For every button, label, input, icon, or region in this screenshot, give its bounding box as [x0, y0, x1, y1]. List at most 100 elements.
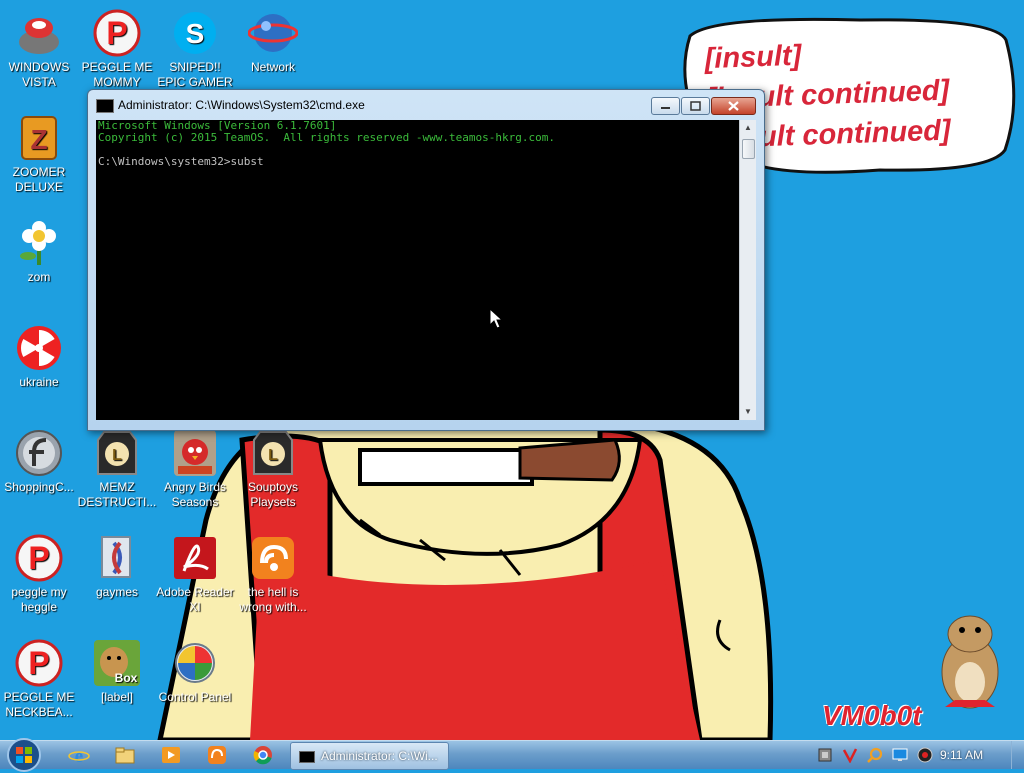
- desktop-icon-peggle-my-heggle[interactable]: P peggle my heggle: [0, 533, 79, 615]
- scroll-down-arrow-icon[interactable]: ▼: [740, 404, 756, 420]
- cartoon-mouth: [358, 448, 534, 486]
- network-icon: [248, 14, 298, 52]
- icon-label: Angry Birds Seasons: [163, 480, 227, 509]
- desktop-icon-ukraine[interactable]: ukraine: [0, 323, 79, 390]
- tray-monitor-button[interactable]: [890, 745, 910, 765]
- console-output[interactable]: Microsoft Windows [Version 6.1.7601] Cop…: [96, 120, 739, 420]
- console-line: Copyright (c) 2015 TeamOS. All rights re…: [98, 131, 555, 144]
- desktop-icon-control-panel[interactable]: Control Panel: [155, 638, 235, 705]
- show-desktop-button[interactable]: [1011, 741, 1024, 769]
- tray-app-button[interactable]: [815, 745, 835, 765]
- tray-speaker-button[interactable]: [915, 745, 935, 765]
- icon-label: WINDOWS VISTA: [8, 60, 70, 89]
- explorer-icon: [115, 747, 135, 764]
- close-button[interactable]: [711, 97, 756, 115]
- window-title: Administrator: C:\Windows\System32\cmd.e…: [118, 98, 365, 112]
- icon-label: [label]: [100, 690, 134, 704]
- adobe-reader-icon: [174, 537, 216, 579]
- icon-label: Adobe Reader XI: [156, 585, 234, 614]
- tray-app-icon: [818, 748, 832, 762]
- icon-label: gaymes: [95, 585, 139, 599]
- icon-label: MEMZ DESTRUCTI...: [77, 480, 157, 509]
- svg-text:Box: Box: [115, 671, 138, 685]
- taskbar-media-player-button[interactable]: [150, 742, 192, 768]
- bowling-icon: [19, 18, 59, 54]
- taskbar: e Administrator: C:\Wi... 9:11 AM: [0, 738, 1024, 772]
- tray-search-icon: [867, 747, 883, 763]
- taskbar-chrome-button[interactable]: [242, 742, 284, 768]
- desktop-icon-network[interactable]: Network: [233, 8, 313, 75]
- cmd-icon: [96, 99, 114, 113]
- svg-text:Z: Z: [30, 124, 47, 155]
- svg-text:P: P: [28, 540, 49, 576]
- media-player-icon: [162, 747, 180, 763]
- icon-label: peggle my heggle: [11, 585, 67, 614]
- close-icon: [728, 101, 739, 111]
- launcher-icon: L: [97, 431, 137, 475]
- maximize-button[interactable]: [681, 97, 710, 115]
- tray-speaker-icon: [917, 747, 933, 763]
- uc-browser-icon: [252, 537, 294, 579]
- window-titlebar[interactable]: Administrator: C:\Windows\System32\cmd.e…: [88, 90, 764, 120]
- desktop-icon-hamster-box[interactable]: Box [label]: [77, 638, 157, 705]
- icon-label: ShoppingC...: [4, 480, 74, 494]
- hamster-box-icon: Box: [94, 640, 140, 686]
- taskbar-explorer-button[interactable]: [104, 742, 146, 768]
- maximize-icon: [690, 101, 701, 111]
- desktop-icon-windows-vista[interactable]: WINDOWS VISTA: [0, 8, 79, 90]
- games-folder-icon: [101, 536, 131, 578]
- taskbar-clock[interactable]: 9:11 AM: [940, 748, 983, 762]
- mouse-cursor-icon: [489, 308, 503, 329]
- desktop-icon-uc-browser[interactable]: the hell is wrong with...: [233, 533, 313, 615]
- uc-browser-icon: [208, 746, 226, 764]
- icon-label: ukraine: [19, 375, 59, 389]
- task-label: Administrator: C:\Wi...: [321, 749, 438, 763]
- desktop-icon-zom[interactable]: zom: [0, 218, 79, 285]
- radiation-icon: [17, 326, 61, 370]
- tray-search-button[interactable]: [865, 745, 885, 765]
- desktop-icon-zoomer-deluxe[interactable]: Z ZOOMER DELUXE: [0, 113, 79, 195]
- taskbar-uc-browser-button[interactable]: [196, 742, 238, 768]
- scroll-up-arrow-icon[interactable]: ▲: [740, 120, 756, 136]
- icon-label: PEGGLE ME MOMMY: [81, 60, 153, 89]
- tray-vodafone-button[interactable]: [840, 745, 860, 765]
- cmd-icon: [299, 751, 315, 763]
- desktop-icon-shoppingc[interactable]: ShoppingC...: [0, 428, 79, 495]
- icon-label: ZOOMER DELUXE: [12, 165, 66, 194]
- taskbar-cmd-task[interactable]: Administrator: C:\Wi...: [290, 742, 449, 770]
- vertical-scrollbar[interactable]: ▲ ▼: [739, 120, 756, 420]
- icon-label: the hell is wrong with...: [239, 585, 307, 614]
- chrome-icon: [253, 746, 272, 765]
- peggle-icon: P: [15, 534, 63, 582]
- desktop-icon-souptoys[interactable]: L Souptoys Playsets: [233, 428, 313, 510]
- icon-label: PEGGLE ME NECKBEA...: [3, 690, 75, 719]
- desktop-icon-memz[interactable]: L MEMZ DESTRUCTI...: [77, 428, 157, 510]
- watermark-text: VM0b0t: [822, 700, 922, 731]
- zuma-icon: Z: [21, 116, 57, 160]
- desktop-icon-angry-birds[interactable]: Angry Birds Seasons: [155, 428, 235, 510]
- launcher-icon: L: [253, 431, 293, 475]
- icon-label: zom: [27, 270, 51, 284]
- ie-icon: e: [68, 746, 90, 765]
- minimize-icon: [661, 107, 670, 109]
- angry-birds-icon: [174, 430, 216, 476]
- svg-text:P: P: [106, 15, 127, 51]
- flash-icon: [16, 430, 62, 476]
- taskbar-ie-button[interactable]: e: [58, 742, 100, 768]
- red-shirt-body: [250, 560, 700, 740]
- svg-text:S: S: [186, 18, 205, 49]
- console-prompt-line[interactable]: C:\Windows\system32>subst: [96, 156, 739, 168]
- svg-text:P: P: [28, 645, 49, 681]
- desktop-icon-peggle-me-neckbea[interactable]: P PEGGLE ME NECKBEA...: [0, 638, 79, 720]
- minimize-button[interactable]: [651, 97, 680, 115]
- caption-buttons: [650, 97, 756, 115]
- cigar: [518, 438, 621, 482]
- desktop-icon-gaymes[interactable]: gaymes: [77, 533, 157, 600]
- cmd-window[interactable]: Administrator: C:\Windows\System32\cmd.e…: [87, 89, 765, 431]
- icon-label: Souptoys Playsets: [247, 480, 299, 509]
- svg-text:e: e: [75, 746, 83, 765]
- desktop-icon-adobe-reader[interactable]: Adobe Reader XI: [155, 533, 235, 615]
- scroll-thumb[interactable]: [742, 139, 755, 159]
- desktop-icon-peggle-me-mommy[interactable]: P PEGGLE ME MOMMY: [77, 8, 157, 90]
- hamster-icon: [941, 615, 999, 709]
